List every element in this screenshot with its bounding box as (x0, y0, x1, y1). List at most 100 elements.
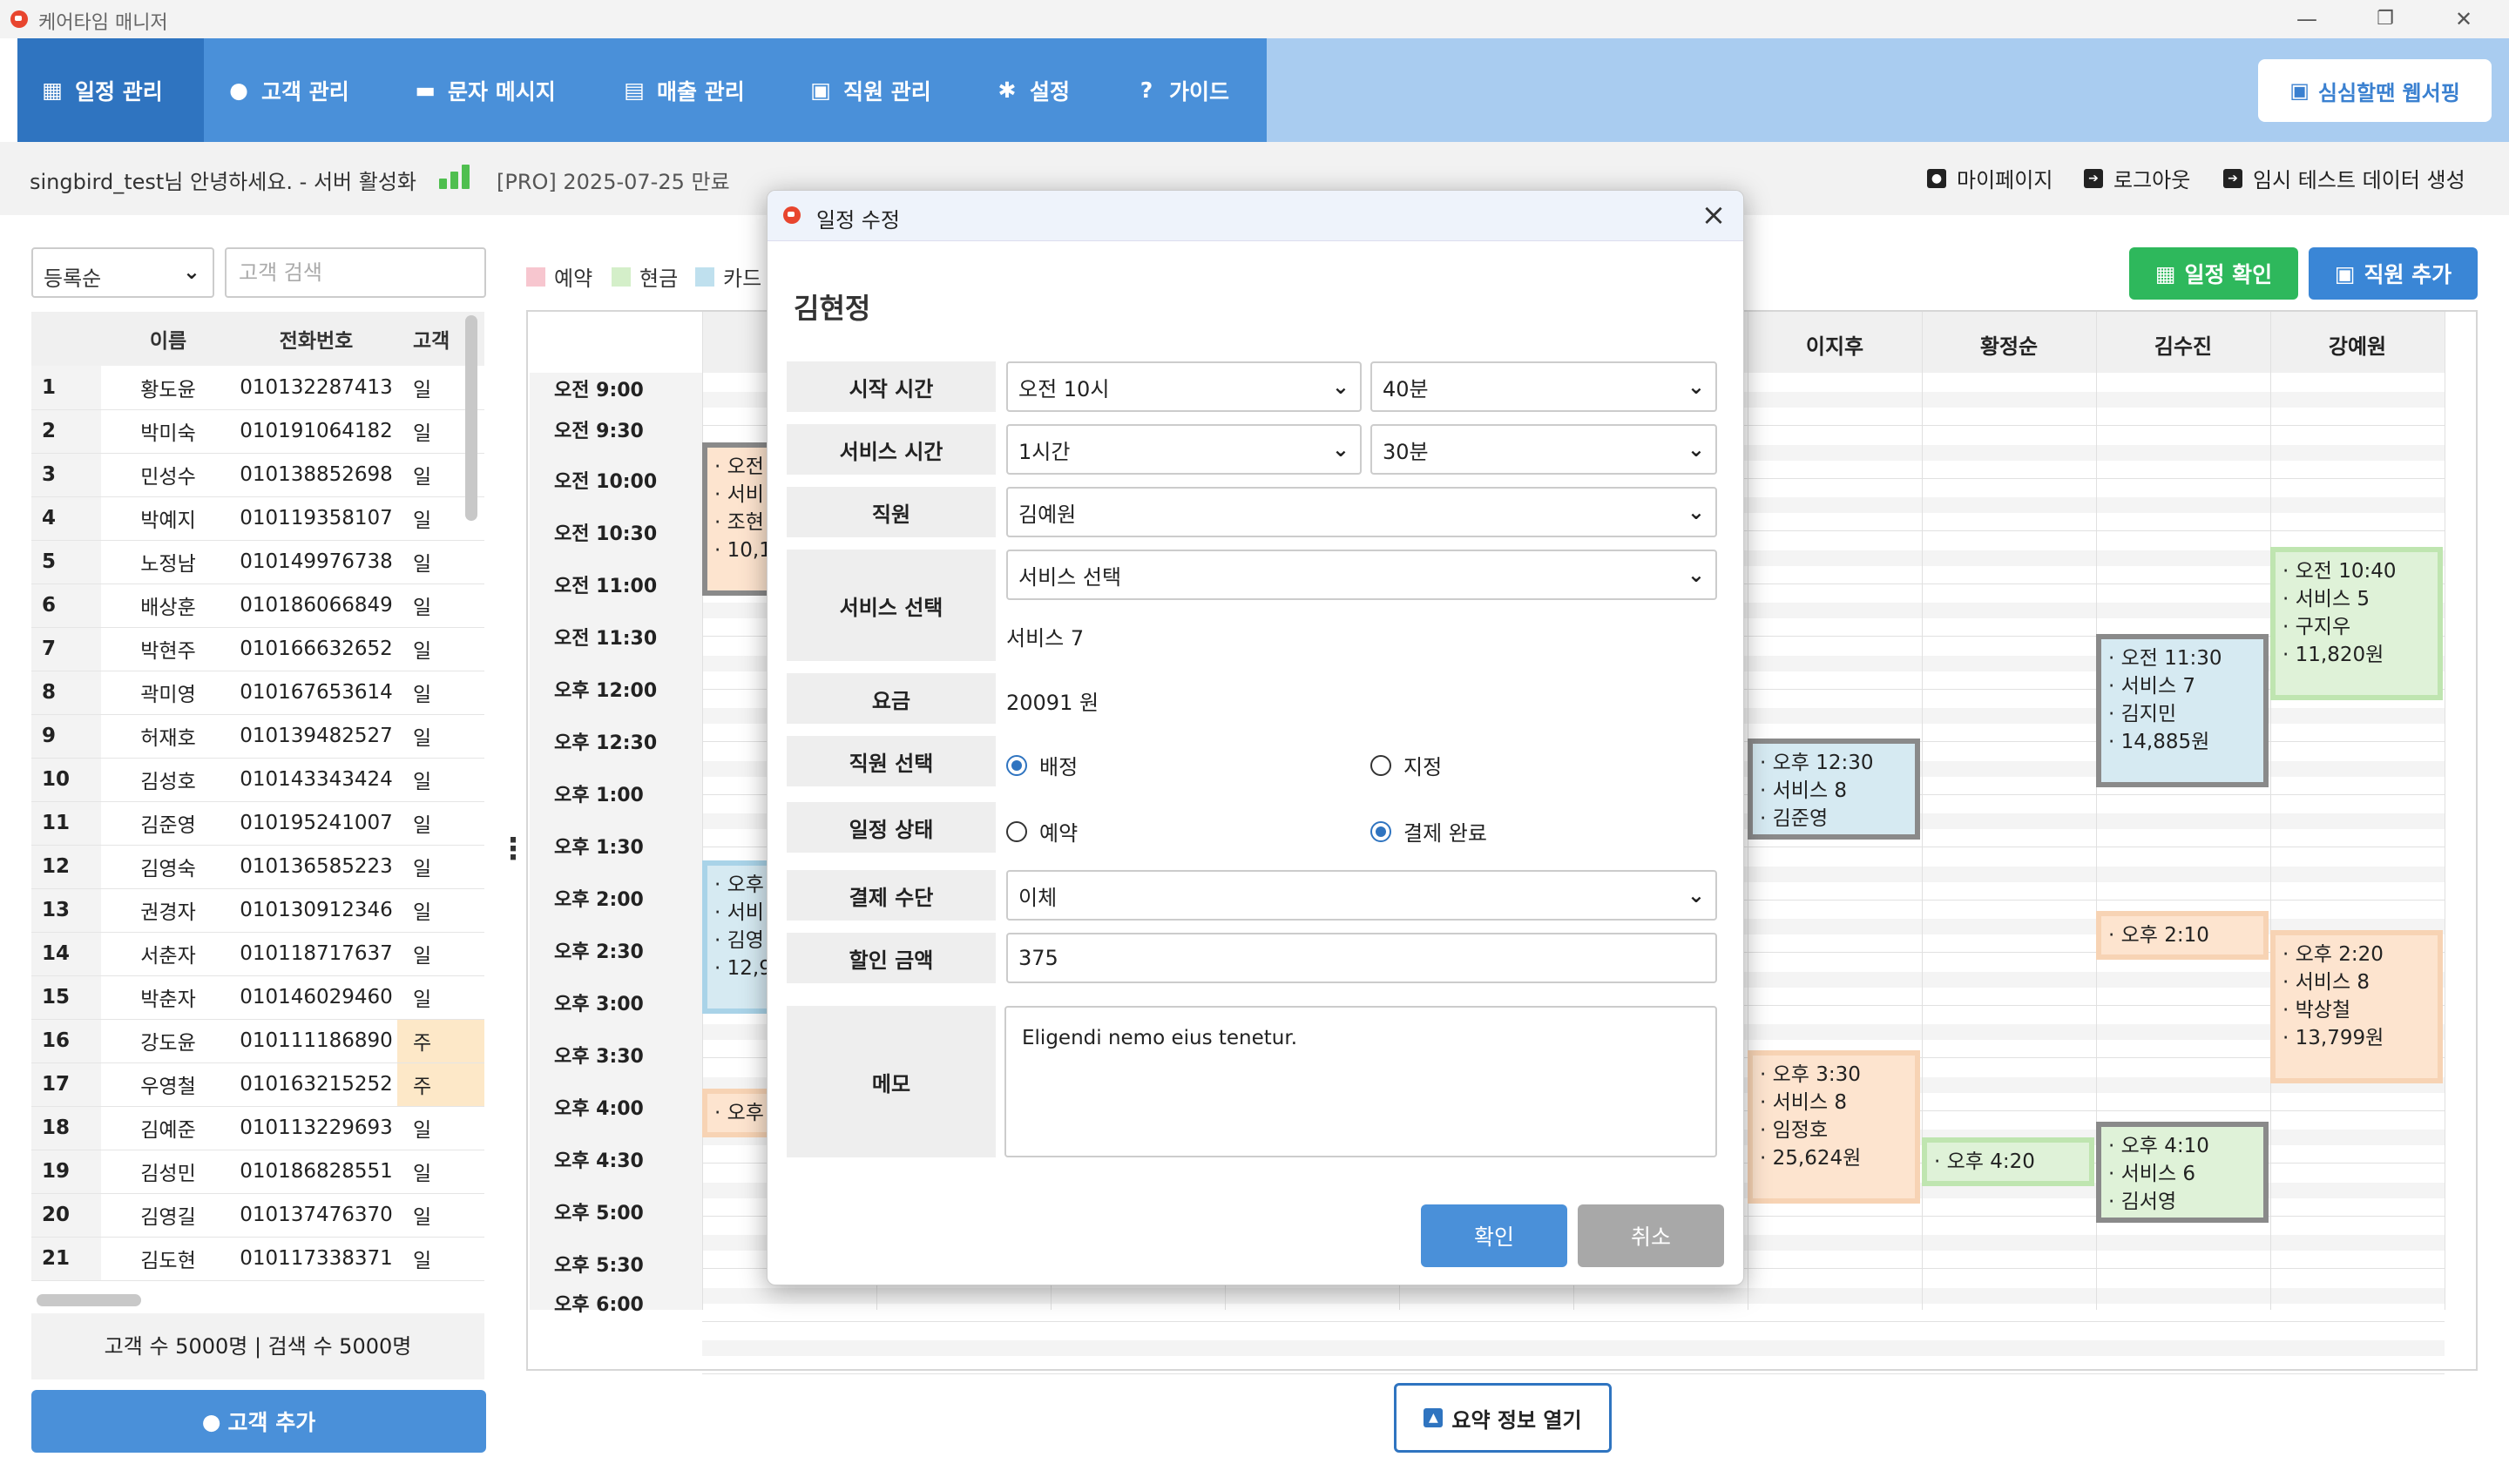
nav-settings[interactable]: ✱ 설정 (972, 38, 1092, 142)
close-icon[interactable]: ✕ (2445, 3, 2483, 35)
time-label: 오후 1:30 (554, 837, 644, 859)
table-row[interactable]: 11 김준영 010195241007 일 (31, 801, 484, 846)
event-line: · 오후 2:10 (2108, 924, 2209, 947)
event-line: · 10,1 (714, 539, 772, 562)
table-row[interactable]: 8 곽미영 010167653614 일 (31, 671, 484, 715)
table-row[interactable]: 3 민성수 010138852698 일 (31, 453, 484, 497)
add-customer-button[interactable]: ● 고객 추가 (31, 1390, 486, 1453)
col-phone[interactable]: 전화번호 (235, 312, 397, 366)
table-hscrollbar[interactable] (37, 1294, 141, 1306)
table-row[interactable]: 14 서춘자 010118717637 일 (31, 932, 484, 976)
person-icon: ● (201, 1408, 221, 1434)
nav-sales[interactable]: ▤ 매출 관리 (599, 38, 768, 142)
customer-type: 일 (397, 888, 484, 933)
memo-textarea[interactable]: Eligendi nemo eius tenetur. (1004, 1006, 1717, 1157)
duration-hour-select[interactable]: 1시간 ⌄ (1006, 424, 1362, 475)
table-row[interactable]: 17 우영철 010163215252 주 (31, 1062, 484, 1107)
customer-name: 권경자 (101, 888, 235, 933)
table-row[interactable]: 21 김도현 010117338371 일 (31, 1237, 484, 1281)
table-row[interactable]: 18 김예준 010113229693 일 (31, 1106, 484, 1150)
mypage-link[interactable]: ● 마이페이지 (1927, 163, 2053, 193)
logout-link[interactable]: ➔ 로그아웃 (2084, 163, 2190, 193)
table-vscrollbar[interactable] (465, 315, 477, 521)
table-row[interactable]: 19 김성민 010186828551 일 (31, 1150, 484, 1194)
chart-icon: ▤ (624, 78, 645, 103)
nav-staff[interactable]: ▣ 직원 관리 (786, 38, 954, 142)
radio-button-icon (1006, 820, 1027, 842)
nav-customers[interactable]: ● 고객 관리 (204, 38, 372, 142)
table-row[interactable]: 16 강도윤 010111186890 주 (31, 1019, 484, 1063)
event-line: · 12,9 (714, 957, 772, 980)
schedule-event[interactable]: · 오전 11:30 · 서비스 7 · 김지민 · 14,885원 (2096, 634, 2269, 787)
row-index: 14 (31, 932, 101, 976)
table-row[interactable]: 1 황도윤 010132287413 일 (31, 366, 484, 410)
browser-icon: ▣ (2289, 78, 2309, 103)
schedule-event[interactable]: · 오후 4:20 (1922, 1137, 2094, 1186)
customer-phone: 010149976738 (235, 540, 397, 584)
table-row[interactable]: 9 허재호 010139482527 일 (31, 714, 484, 759)
customer-name: 박미숙 (101, 409, 235, 454)
customer-phone: 010143343424 (235, 758, 397, 802)
schedule-event[interactable]: · 오후 (702, 1089, 772, 1137)
customer-name: 김준영 (101, 801, 235, 846)
close-icon[interactable]: × (1696, 198, 1731, 233)
table-row[interactable]: 13 권경자 010130912346 일 (31, 888, 484, 933)
schedule-event[interactable]: · 오전 · 서비 · 조현 · 10,1 (702, 442, 772, 596)
table-row[interactable]: 12 김영숙 010136585223 일 (31, 845, 484, 889)
schedule-event[interactable]: · 오후 2:20 · 서비스 8 · 박상철 · 13,799원 (2270, 930, 2443, 1083)
time-label: 오전 11:00 (554, 576, 658, 597)
schedule-event[interactable]: · 오후 4:10 · 서비스 6 · 김서영 (2096, 1122, 2269, 1223)
table-row[interactable]: 5 노정남 010149976738 일 (31, 540, 484, 584)
grid-line (702, 1373, 2445, 1374)
schedule-event[interactable]: · 오전 10:40 · 서비스 5 · 구지우 · 11,820원 (2270, 547, 2443, 700)
event-line: · 25,624원 (1760, 1147, 1862, 1170)
start-minute-select[interactable]: 40분 ⌄ (1370, 361, 1717, 412)
table-row[interactable]: 7 박현주 010166632652 일 (31, 627, 484, 671)
table-row[interactable]: 6 배상훈 010186066849 일 (31, 583, 484, 628)
start-hour-select[interactable]: 오전 10시 ⌄ (1006, 361, 1362, 412)
radio-assign[interactable]: 배정 (1006, 750, 1078, 780)
minimize-icon[interactable]: — (2288, 3, 2326, 35)
confirm-schedule-button[interactable]: ▦ 일정 확인 (2129, 247, 2298, 300)
sort-select[interactable]: 등록순 ⌄ (31, 247, 214, 298)
discount-input[interactable]: 375 (1006, 933, 1717, 983)
duration-minute-select[interactable]: 30분 ⌄ (1370, 424, 1717, 475)
main-nav: ▦ 일정 관리 ● 고객 관리 ▬ 문자 메시지 ▤ 매출 관리 ▣ 직원 관리 ✱ 설정 … (17, 38, 1267, 142)
web-surfing-button[interactable]: ▣ 심심할땐 웹서핑 (2258, 59, 2492, 122)
schedule-event[interactable]: · 오후 2:10 (2096, 911, 2269, 960)
radio-designate[interactable]: 지정 (1370, 750, 1442, 780)
schedule-event[interactable]: · 오후 12:30 · 서비스 8 · 김준영 (1748, 739, 1920, 840)
schedule-event[interactable]: · 오후 · 서비 · 김영 · 12,9 (702, 860, 772, 1014)
calendar-icon: ▦ (42, 78, 63, 103)
add-staff-button[interactable]: ▣ 직원 추가 (2309, 247, 2478, 300)
event-line: · 구지우 (2282, 616, 2351, 638)
customer-search-input[interactable] (225, 247, 486, 298)
table-row[interactable]: 4 박예지 010119358107 일 (31, 496, 484, 541)
table-row[interactable]: 2 박미숙 010191064182 일 (31, 409, 484, 454)
radio-paid[interactable]: 결제 완료 (1370, 816, 1487, 847)
col-name[interactable]: 이름 (101, 312, 235, 366)
payment-select[interactable]: 이체 ⌄ (1006, 870, 1717, 921)
customer-phone: 010136585223 (235, 845, 397, 889)
ok-button[interactable]: 확인 (1421, 1204, 1567, 1267)
customer-name: 박예지 (101, 496, 235, 541)
badge-icon: ▣ (2334, 260, 2356, 287)
restore-icon[interactable]: ❐ (2366, 3, 2404, 35)
nav-schedule[interactable]: ▦ 일정 관리 (17, 38, 204, 142)
radio-button-icon (1370, 820, 1391, 842)
test-data-link[interactable]: ➔ 임시 테스트 데이터 생성 (2223, 163, 2465, 193)
table-row[interactable]: 20 김영길 010137476370 일 (31, 1193, 484, 1238)
table-row[interactable]: 10 김성호 010143343424 일 (31, 758, 484, 802)
radio-reserved[interactable]: 예약 (1006, 816, 1078, 847)
staff-select[interactable]: 김예원 ⌄ (1006, 487, 1717, 537)
nav-guide[interactable]: ? 가이드 (1112, 38, 1252, 142)
customer-type: 일 (397, 671, 484, 715)
cancel-button[interactable]: 취소 (1578, 1204, 1724, 1267)
summary-toggle-button[interactable]: ▲ 요약 정보 열기 (1394, 1383, 1612, 1453)
customer-name: 김예준 (101, 1106, 235, 1150)
panel-resize-handle[interactable]: ⋮ (498, 834, 528, 864)
service-select[interactable]: 서비스 선택 ⌄ (1006, 550, 1717, 600)
nav-messages[interactable]: ▬ 문자 메시지 (390, 38, 578, 142)
schedule-event[interactable]: · 오후 3:30 · 서비스 8 · 임정호 · 25,624원 (1748, 1050, 1920, 1204)
table-row[interactable]: 15 박춘자 010146029460 일 (31, 975, 484, 1020)
